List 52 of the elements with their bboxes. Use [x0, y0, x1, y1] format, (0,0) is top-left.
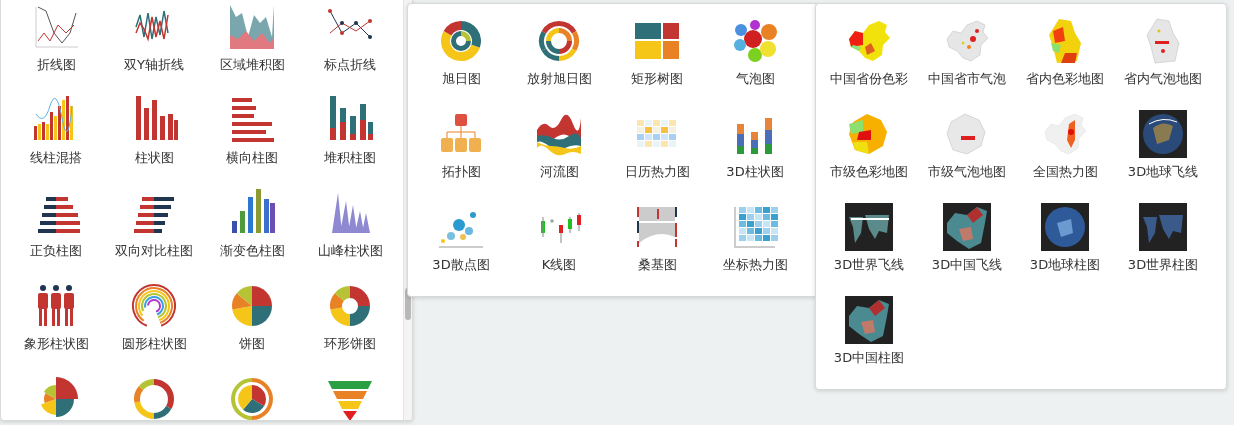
world-map-thumbnail — [1139, 203, 1187, 251]
chart-type-option[interactable]: 标点折线 — [301, 3, 399, 96]
chart-type-option[interactable]: 河流图 — [510, 110, 608, 203]
chart-type-option[interactable]: 3D中国飞线 — [918, 203, 1016, 296]
globe-thumbnail — [1139, 110, 1187, 158]
chart-type-option[interactable]: 环形饼图 — [301, 282, 399, 375]
map-thumbnail — [943, 203, 991, 251]
chart-type-option[interactable]: 省内气泡地图 — [1114, 17, 1212, 110]
chart-type-option[interactable]: 坐标热力图 — [706, 203, 804, 296]
chart-type-option[interactable]: 3D世界柱图 — [1114, 203, 1212, 296]
chart-type-option[interactable]: 3D地球飞线 — [1114, 110, 1212, 203]
chart-type-option[interactable]: 矩形树图 — [608, 17, 706, 110]
chart-type-option[interactable]: 双向对比柱图 — [105, 189, 203, 282]
chart-type-option[interactable]: 区域堆积图 — [203, 3, 301, 96]
chart-type-option[interactable]: 3D地球柱图 — [1016, 203, 1114, 296]
chart-type-option[interactable]: 全国热力图 — [1016, 110, 1114, 203]
bubble-chart-icon — [731, 17, 779, 65]
radial-bar-chart-icon — [130, 282, 178, 330]
chart-type-option[interactable]: 3D世界飞线 — [820, 203, 918, 296]
chart-type-option[interactable]: K线图 — [510, 203, 608, 296]
chart-type-option[interactable]: 拓扑图 — [412, 110, 510, 203]
chart-type-option[interactable]: 中国省份色彩 — [820, 17, 918, 110]
world-map-thumbnail — [845, 203, 893, 251]
chart-type-option[interactable]: 双Y轴折线 — [105, 3, 203, 96]
chart-type-option[interactable]: 市级气泡地图 — [918, 110, 1016, 203]
chart-type-option[interactable]: 象形柱状图 — [7, 282, 105, 375]
chart-type-option[interactable]: 3D散点图 — [412, 203, 510, 296]
chart-type-option[interactable]: 渐变色柱图 — [203, 189, 301, 282]
globe-thumbnail — [1041, 203, 1089, 251]
chart-type-option[interactable]: 横向柱图 — [203, 96, 301, 189]
chart-type-option[interactable]: 中国省市气泡 — [918, 17, 1016, 110]
chart-type-option[interactable]: 堆积柱图 — [301, 96, 399, 189]
bubble-map-icon — [943, 17, 991, 65]
chart-type-option[interactable]: 省内色彩地图 — [1016, 17, 1114, 110]
chart-type-option[interactable]: 3D中国柱图 — [820, 296, 918, 389]
chart-type-option[interactable]: 正负柱图 — [7, 189, 105, 282]
chart-type-option[interactable]: 圆形柱状图 — [105, 282, 203, 375]
chart-type-option[interactable]: 山峰柱状图 — [301, 189, 399, 282]
chart-type-option[interactable]: 线柱混搭 — [7, 96, 105, 189]
chart-type-option[interactable]: 饼图 — [203, 282, 301, 375]
chart-type-option[interactable]: 3D柱状图 — [706, 110, 804, 203]
pie-ring-chart-icon — [228, 375, 276, 420]
chart-type-option[interactable]: 市级色彩地图 — [820, 110, 918, 203]
chart-type-option[interactable]: 柱状图 — [105, 96, 203, 189]
area-chart-icon — [228, 3, 276, 51]
chart-type-option[interactable]: 旭日图 — [412, 17, 510, 110]
chart-type-option[interactable]: 日历热力图 — [608, 110, 706, 203]
chart-type-option[interactable]: 放射旭日图 — [510, 17, 608, 110]
map-thumbnail — [845, 296, 893, 344]
chart-type-option[interactable]: 桑基图 — [608, 203, 706, 296]
chart-type-option[interactable]: 折线图 — [7, 3, 105, 96]
chart-type-option[interactable]: 气泡图 — [706, 17, 804, 110]
